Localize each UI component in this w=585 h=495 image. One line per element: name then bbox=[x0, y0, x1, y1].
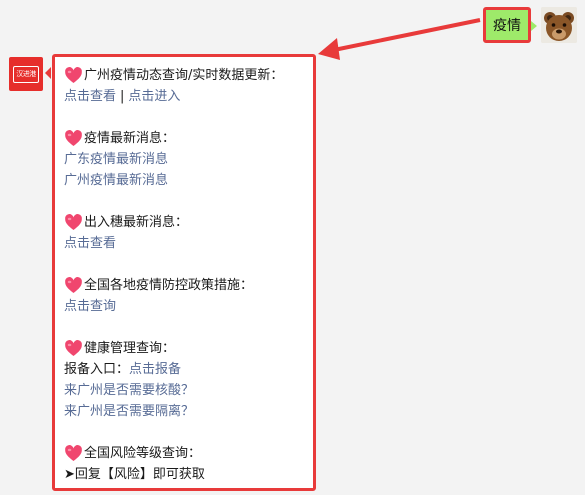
section-title: 疫情最新消息： bbox=[84, 131, 176, 146]
risk-instruction: ➤回复【风险】即可获取 bbox=[64, 467, 205, 482]
section-title: 广州疫情动态查询/实时数据更新： bbox=[84, 68, 284, 83]
heart-icon bbox=[65, 130, 82, 147]
bot-avatar[interactable]: 汉进港 bbox=[9, 57, 43, 91]
bear-avatar-icon bbox=[541, 7, 577, 43]
heart-icon bbox=[65, 277, 82, 294]
link-report[interactable]: 点击报备 bbox=[129, 362, 181, 377]
link-guangdong-news[interactable]: 广东疫情最新消息 bbox=[64, 152, 168, 167]
heart-icon bbox=[65, 67, 82, 84]
link-separator: | bbox=[120, 89, 125, 104]
link-view[interactable]: 点击查看 bbox=[64, 236, 116, 251]
user-message-bubble[interactable]: 疫情 bbox=[483, 7, 537, 43]
link-guangzhou-news[interactable]: 广州疫情最新消息 bbox=[64, 173, 168, 188]
section-risk-level: 全国风险等级查询： ➤回复【风险】即可获取 bbox=[64, 443, 313, 485]
section-latest-news: 疫情最新消息： 广东疫情最新消息 广州疫情最新消息 bbox=[64, 128, 313, 191]
link-view[interactable]: 点击查看 bbox=[64, 89, 116, 104]
link-nucleic-test[interactable]: 来广州是否需要核酸？ bbox=[64, 383, 194, 398]
bot-avatar-logo: 汉进港 bbox=[13, 65, 39, 83]
section-title: 全国各地疫情防控政策措施： bbox=[84, 278, 254, 293]
user-avatar[interactable] bbox=[541, 7, 577, 43]
section-title: 健康管理查询： bbox=[84, 341, 176, 356]
link-quarantine[interactable]: 来广州是否需要隔离？ bbox=[64, 404, 194, 419]
link-query[interactable]: 点击查询 bbox=[64, 299, 116, 314]
bot-reply-bubble: 广州疫情动态查询/实时数据更新： 点击查看 | 点击进入 疫情最新消息： 广东疫情最… bbox=[45, 54, 316, 491]
section-policies: 全国各地疫情防控政策措施： 点击查询 bbox=[64, 275, 313, 317]
section-title: 出入穗最新消息： bbox=[84, 215, 189, 230]
user-message-text: 疫情 bbox=[493, 18, 521, 34]
section-travel-news: 出入穗最新消息： 点击查看 bbox=[64, 212, 313, 254]
heart-icon bbox=[65, 445, 82, 462]
heart-icon bbox=[65, 214, 82, 231]
section-health-management: 健康管理查询： 报备入口：点击报备 来广州是否需要核酸？ 来广州是否需要隔离？ bbox=[64, 338, 313, 422]
heart-icon bbox=[65, 340, 82, 357]
section-dynamic-query: 广州疫情动态查询/实时数据更新： 点击查看 | 点击进入 bbox=[64, 65, 313, 107]
report-label: 报备入口： bbox=[64, 362, 130, 377]
section-title: 全国风险等级查询： bbox=[84, 446, 202, 461]
link-enter[interactable]: 点击进入 bbox=[128, 89, 180, 104]
